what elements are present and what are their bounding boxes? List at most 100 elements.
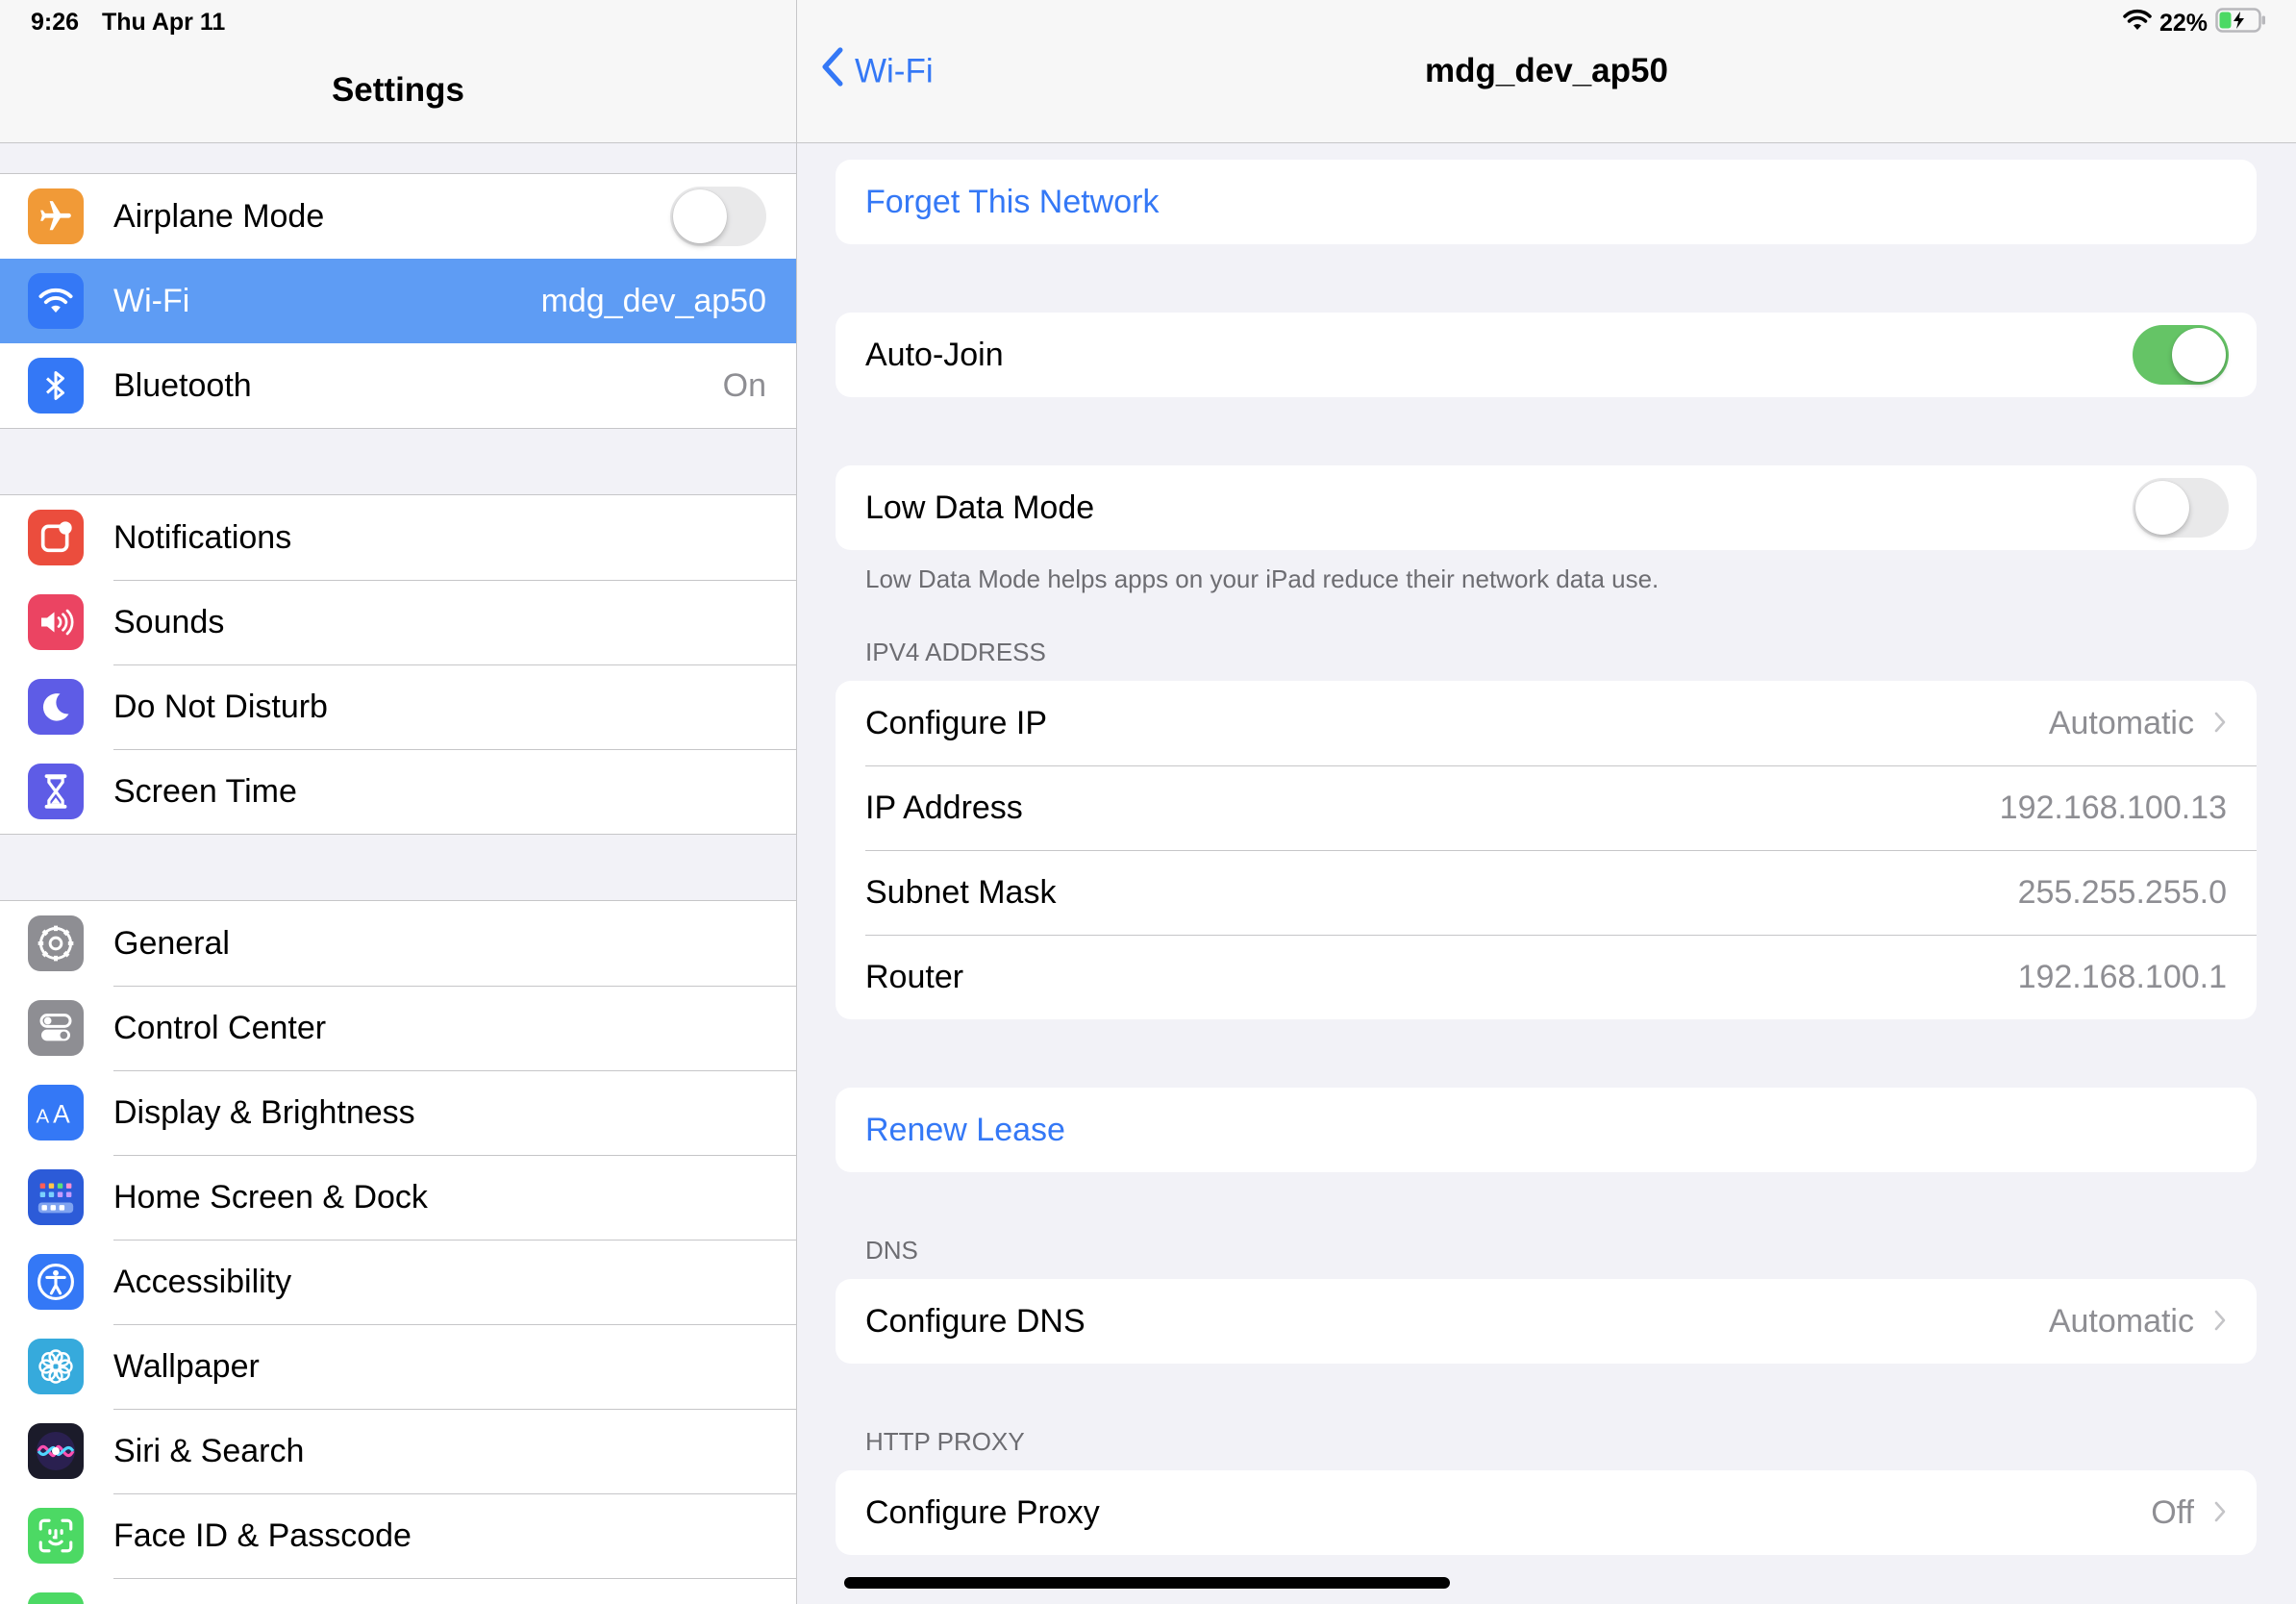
renew-lease-button[interactable]: Renew Lease <box>836 1088 2257 1172</box>
battery-app-icon <box>28 1592 84 1604</box>
configure-ip-label: Configure IP <box>865 704 1047 741</box>
sidebar-item-label: Screen Time <box>113 773 297 810</box>
sidebar-item-accessibility[interactable]: Accessibility <box>0 1240 796 1324</box>
sidebar-item-general[interactable]: General <box>0 901 796 986</box>
http-proxy-card: Configure Proxy Off <box>836 1470 2257 1555</box>
sidebar-item-content: General <box>113 901 796 986</box>
sidebar-item-label: General <box>113 924 230 962</box>
siri-icon <box>28 1423 84 1479</box>
status-indicators: 22% <box>2123 8 2267 39</box>
sidebar-item-content: Bluetooth On <box>113 343 796 428</box>
auto-join-row: Auto-Join <box>836 313 2257 397</box>
display-aa-icon: AA <box>28 1085 84 1140</box>
airplane-icon <box>28 188 84 244</box>
auto-join-toggle[interactable] <box>2133 325 2229 385</box>
page-title: mdg_dev_ap50 <box>1425 52 1668 89</box>
configure-dns-row[interactable]: Configure DNS Automatic <box>836 1279 2257 1364</box>
sidebar-item-partial[interactable] <box>0 1578 796 1604</box>
toggle-knob <box>2135 481 2189 535</box>
bluetooth-icon <box>28 358 84 414</box>
sidebar-title: Settings <box>331 71 465 109</box>
forget-network-label: Forget This Network <box>865 183 1160 220</box>
ip-address-label: IP Address <box>865 789 1023 826</box>
dns-section-header: DNS <box>865 1236 918 1265</box>
sidebar-item-do-not-disturb[interactable]: Do Not Disturb <box>0 664 796 749</box>
gear-icon <box>28 915 84 971</box>
subnet-mask-value: 255.255.255.0 <box>2017 873 2227 911</box>
http-proxy-section-header: HTTP PROXY <box>865 1427 1025 1456</box>
low-data-mode-footnote: Low Data Mode helps apps on your iPad re… <box>865 564 1660 593</box>
sidebar-item-label: Sounds <box>113 604 225 640</box>
wifi-signal-icon <box>2123 9 2152 38</box>
configure-proxy-row[interactable]: Configure Proxy Off <box>836 1470 2257 1555</box>
battery-charging-icon <box>2215 8 2267 39</box>
sidebar-item-home-screen-dock[interactable]: Home Screen & Dock <box>0 1155 796 1240</box>
renew-lease-card: Renew Lease <box>836 1088 2257 1172</box>
sidebar-item-wallpaper[interactable]: Wallpaper <box>0 1324 796 1409</box>
speaker-icon <box>28 594 84 650</box>
wifi-network-detail: Wi-Fi mdg_dev_ap50 Forget This Network A… <box>797 0 2296 1604</box>
battery-percent: 22% <box>2159 10 2208 37</box>
settings-sidebar: Settings Airplane Mode Wi-Fi mdg_dev_ap5… <box>0 0 797 1604</box>
sidebar-item-content: Wallpaper <box>113 1324 796 1409</box>
sidebar-item-content: Display & Brightness <box>113 1070 796 1155</box>
accessibility-icon <box>28 1254 84 1310</box>
sidebar-item-label: Siri & Search <box>113 1433 305 1469</box>
chevron-right-icon <box>2213 1494 2227 1532</box>
sidebar-item-label: Wallpaper <box>113 1348 260 1385</box>
configure-proxy-label: Configure Proxy <box>865 1493 1100 1531</box>
sidebar-item-label: Bluetooth <box>113 366 252 404</box>
sidebar-item-content: Control Center <box>113 986 796 1070</box>
notifications-icon <box>28 510 84 565</box>
airplane-mode-toggle[interactable] <box>670 187 766 246</box>
ipv4-card: Configure IP Automatic IP Address 192.16… <box>836 681 2257 1019</box>
configure-ip-value-group: Automatic <box>2049 705 2227 742</box>
settings-group-connectivity: Airplane Mode Wi-Fi mdg_dev_ap50 Bluetoo… <box>0 173 796 429</box>
sidebar-item-screen-time[interactable]: Screen Time <box>0 749 796 834</box>
toggle-knob <box>673 189 727 243</box>
sidebar-item-content: Accessibility <box>113 1240 796 1324</box>
router-value: 192.168.100.1 <box>2017 958 2227 995</box>
sidebar-item-content: Notifications <box>113 495 796 580</box>
home-indicator[interactable] <box>844 1577 1450 1589</box>
sidebar-item-wifi[interactable]: Wi-Fi mdg_dev_ap50 <box>0 259 796 343</box>
sidebar-item-content: Siri & Search <box>113 1409 796 1493</box>
chevron-right-icon <box>2213 705 2227 742</box>
status-date: Thu Apr 11 <box>102 9 226 36</box>
sidebar-item-label: Face ID & Passcode <box>113 1517 412 1554</box>
svg-text:A: A <box>36 1105 49 1127</box>
low-data-mode-toggle[interactable] <box>2133 478 2229 538</box>
sidebar-item-sounds[interactable]: Sounds <box>0 580 796 664</box>
sidebar-item-control-center[interactable]: Control Center <box>0 986 796 1070</box>
sidebar-item-display-brightness[interactable]: AA Display & Brightness <box>0 1070 796 1155</box>
control-center-icon <box>28 1000 84 1056</box>
sidebar-item-label: Control Center <box>113 1010 327 1046</box>
configure-ip-row[interactable]: Configure IP Automatic <box>836 681 2257 765</box>
sidebar-item-airplane-mode[interactable]: Airplane Mode <box>0 174 796 259</box>
ipv4-section-header: IPV4 ADDRESS <box>865 638 1046 666</box>
ip-address-row: IP Address 192.168.100.13 <box>836 765 2257 850</box>
sidebar-item-content: Sounds <box>113 580 796 664</box>
configure-proxy-value: Off <box>2151 1493 2194 1531</box>
sidebar-item-bluetooth[interactable]: Bluetooth On <box>0 343 796 428</box>
sidebar-item-value: On <box>722 366 766 404</box>
configure-proxy-value-group: Off <box>2151 1494 2227 1532</box>
sidebar-item-notifications[interactable]: Notifications <box>0 495 796 580</box>
configure-dns-value: Automatic <box>2048 1302 2194 1340</box>
forget-network-button[interactable]: Forget This Network <box>836 160 2257 244</box>
subnet-mask-label: Subnet Mask <box>865 873 1057 911</box>
sidebar-item-label: Notifications <box>113 518 292 556</box>
sidebar-item-face-id-passcode[interactable]: Face ID & Passcode <box>0 1493 796 1578</box>
dns-card: Configure DNS Automatic <box>836 1279 2257 1364</box>
auto-join-card: Auto-Join <box>836 313 2257 397</box>
sidebar-item-label: Home Screen & Dock <box>113 1179 428 1216</box>
renew-lease-label: Renew Lease <box>865 1111 1065 1148</box>
sidebar-item-label: Display & Brightness <box>113 1094 415 1131</box>
low-data-mode-row: Low Data Mode <box>836 465 2257 550</box>
sidebar-item-content: Face ID & Passcode <box>113 1493 796 1578</box>
low-data-mode-label: Low Data Mode <box>865 489 1095 526</box>
chevron-right-icon <box>2213 1303 2227 1341</box>
sidebar-item-content: Wi-Fi mdg_dev_ap50 <box>113 259 796 343</box>
sidebar-item-siri-search[interactable]: Siri & Search <box>0 1409 796 1493</box>
toggle-knob <box>2172 328 2226 382</box>
